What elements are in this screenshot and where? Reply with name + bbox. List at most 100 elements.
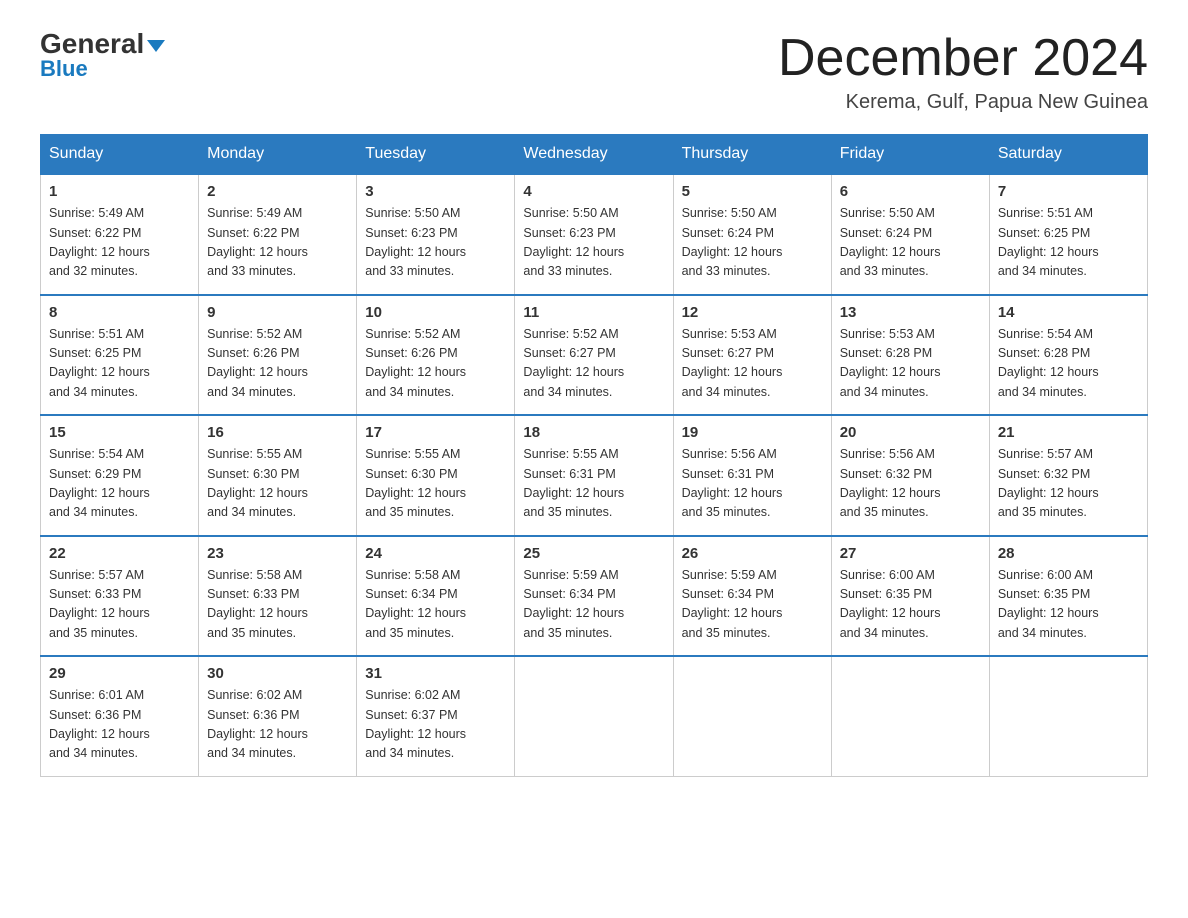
location: Kerema, Gulf, Papua New Guinea bbox=[778, 91, 1148, 114]
table-row bbox=[515, 656, 673, 776]
day-info: Sunrise: 5:57 AM Sunset: 6:32 PM Dayligh… bbox=[998, 445, 1139, 523]
day-number: 3 bbox=[365, 183, 506, 200]
calendar-week-2: 8 Sunrise: 5:51 AM Sunset: 6:25 PM Dayli… bbox=[41, 295, 1148, 416]
table-row: 19 Sunrise: 5:56 AM Sunset: 6:31 PM Dayl… bbox=[673, 415, 831, 536]
table-row bbox=[673, 656, 831, 776]
day-info: Sunrise: 5:59 AM Sunset: 6:34 PM Dayligh… bbox=[523, 566, 664, 644]
logo: General Blue bbox=[40, 30, 165, 82]
table-row: 15 Sunrise: 5:54 AM Sunset: 6:29 PM Dayl… bbox=[41, 415, 199, 536]
day-info: Sunrise: 5:54 AM Sunset: 6:29 PM Dayligh… bbox=[49, 445, 190, 523]
day-info: Sunrise: 5:59 AM Sunset: 6:34 PM Dayligh… bbox=[682, 566, 823, 644]
calendar-week-5: 29 Sunrise: 6:01 AM Sunset: 6:36 PM Dayl… bbox=[41, 656, 1148, 776]
col-wednesday: Wednesday bbox=[515, 135, 673, 175]
day-number: 21 bbox=[998, 424, 1139, 441]
day-info: Sunrise: 6:02 AM Sunset: 6:36 PM Dayligh… bbox=[207, 686, 348, 764]
day-number: 31 bbox=[365, 665, 506, 682]
day-info: Sunrise: 5:58 AM Sunset: 6:33 PM Dayligh… bbox=[207, 566, 348, 644]
day-number: 11 bbox=[523, 304, 664, 321]
col-friday: Friday bbox=[831, 135, 989, 175]
day-number: 15 bbox=[49, 424, 190, 441]
day-info: Sunrise: 5:55 AM Sunset: 6:31 PM Dayligh… bbox=[523, 445, 664, 523]
day-info: Sunrise: 6:01 AM Sunset: 6:36 PM Dayligh… bbox=[49, 686, 190, 764]
table-row: 1 Sunrise: 5:49 AM Sunset: 6:22 PM Dayli… bbox=[41, 174, 199, 295]
table-row: 6 Sunrise: 5:50 AM Sunset: 6:24 PM Dayli… bbox=[831, 174, 989, 295]
day-number: 1 bbox=[49, 183, 190, 200]
day-number: 18 bbox=[523, 424, 664, 441]
day-info: Sunrise: 5:52 AM Sunset: 6:27 PM Dayligh… bbox=[523, 325, 664, 403]
day-number: 17 bbox=[365, 424, 506, 441]
table-row: 26 Sunrise: 5:59 AM Sunset: 6:34 PM Dayl… bbox=[673, 536, 831, 657]
table-row: 25 Sunrise: 5:59 AM Sunset: 6:34 PM Dayl… bbox=[515, 536, 673, 657]
table-row bbox=[831, 656, 989, 776]
table-row: 3 Sunrise: 5:50 AM Sunset: 6:23 PM Dayli… bbox=[357, 174, 515, 295]
day-number: 22 bbox=[49, 545, 190, 562]
day-number: 29 bbox=[49, 665, 190, 682]
calendar-week-3: 15 Sunrise: 5:54 AM Sunset: 6:29 PM Dayl… bbox=[41, 415, 1148, 536]
table-row: 31 Sunrise: 6:02 AM Sunset: 6:37 PM Dayl… bbox=[357, 656, 515, 776]
table-row: 13 Sunrise: 5:53 AM Sunset: 6:28 PM Dayl… bbox=[831, 295, 989, 416]
day-info: Sunrise: 5:49 AM Sunset: 6:22 PM Dayligh… bbox=[207, 204, 348, 282]
day-info: Sunrise: 5:55 AM Sunset: 6:30 PM Dayligh… bbox=[207, 445, 348, 523]
day-number: 28 bbox=[998, 545, 1139, 562]
table-row: 23 Sunrise: 5:58 AM Sunset: 6:33 PM Dayl… bbox=[199, 536, 357, 657]
table-row: 28 Sunrise: 6:00 AM Sunset: 6:35 PM Dayl… bbox=[989, 536, 1147, 657]
table-row: 14 Sunrise: 5:54 AM Sunset: 6:28 PM Dayl… bbox=[989, 295, 1147, 416]
day-number: 23 bbox=[207, 545, 348, 562]
day-number: 7 bbox=[998, 183, 1139, 200]
table-row: 4 Sunrise: 5:50 AM Sunset: 6:23 PM Dayli… bbox=[515, 174, 673, 295]
day-info: Sunrise: 5:50 AM Sunset: 6:24 PM Dayligh… bbox=[682, 204, 823, 282]
table-row: 18 Sunrise: 5:55 AM Sunset: 6:31 PM Dayl… bbox=[515, 415, 673, 536]
day-info: Sunrise: 5:50 AM Sunset: 6:23 PM Dayligh… bbox=[365, 204, 506, 282]
table-row: 7 Sunrise: 5:51 AM Sunset: 6:25 PM Dayli… bbox=[989, 174, 1147, 295]
table-row: 20 Sunrise: 5:56 AM Sunset: 6:32 PM Dayl… bbox=[831, 415, 989, 536]
table-row: 21 Sunrise: 5:57 AM Sunset: 6:32 PM Dayl… bbox=[989, 415, 1147, 536]
day-number: 20 bbox=[840, 424, 981, 441]
title-area: December 2024 Kerema, Gulf, Papua New Gu… bbox=[778, 30, 1148, 114]
day-info: Sunrise: 6:00 AM Sunset: 6:35 PM Dayligh… bbox=[840, 566, 981, 644]
table-row: 22 Sunrise: 5:57 AM Sunset: 6:33 PM Dayl… bbox=[41, 536, 199, 657]
month-title: December 2024 bbox=[778, 30, 1148, 87]
col-monday: Monday bbox=[199, 135, 357, 175]
day-number: 24 bbox=[365, 545, 506, 562]
day-info: Sunrise: 5:51 AM Sunset: 6:25 PM Dayligh… bbox=[998, 204, 1139, 282]
table-row: 5 Sunrise: 5:50 AM Sunset: 6:24 PM Dayli… bbox=[673, 174, 831, 295]
day-number: 9 bbox=[207, 304, 348, 321]
day-info: Sunrise: 5:56 AM Sunset: 6:32 PM Dayligh… bbox=[840, 445, 981, 523]
col-tuesday: Tuesday bbox=[357, 135, 515, 175]
day-info: Sunrise: 5:52 AM Sunset: 6:26 PM Dayligh… bbox=[207, 325, 348, 403]
table-row: 17 Sunrise: 5:55 AM Sunset: 6:30 PM Dayl… bbox=[357, 415, 515, 536]
day-number: 10 bbox=[365, 304, 506, 321]
logo-line1: General bbox=[40, 30, 165, 58]
table-row bbox=[989, 656, 1147, 776]
table-row: 16 Sunrise: 5:55 AM Sunset: 6:30 PM Dayl… bbox=[199, 415, 357, 536]
day-number: 5 bbox=[682, 183, 823, 200]
calendar-table: Sunday Monday Tuesday Wednesday Thursday… bbox=[40, 134, 1148, 777]
day-info: Sunrise: 6:02 AM Sunset: 6:37 PM Dayligh… bbox=[365, 686, 506, 764]
day-number: 30 bbox=[207, 665, 348, 682]
day-number: 19 bbox=[682, 424, 823, 441]
day-number: 2 bbox=[207, 183, 348, 200]
table-row: 2 Sunrise: 5:49 AM Sunset: 6:22 PM Dayli… bbox=[199, 174, 357, 295]
day-info: Sunrise: 5:51 AM Sunset: 6:25 PM Dayligh… bbox=[49, 325, 190, 403]
calendar-header-row: Sunday Monday Tuesday Wednesday Thursday… bbox=[41, 135, 1148, 175]
table-row: 29 Sunrise: 6:01 AM Sunset: 6:36 PM Dayl… bbox=[41, 656, 199, 776]
table-row: 11 Sunrise: 5:52 AM Sunset: 6:27 PM Dayl… bbox=[515, 295, 673, 416]
col-saturday: Saturday bbox=[989, 135, 1147, 175]
calendar-week-1: 1 Sunrise: 5:49 AM Sunset: 6:22 PM Dayli… bbox=[41, 174, 1148, 295]
table-row: 8 Sunrise: 5:51 AM Sunset: 6:25 PM Dayli… bbox=[41, 295, 199, 416]
day-number: 26 bbox=[682, 545, 823, 562]
table-row: 24 Sunrise: 5:58 AM Sunset: 6:34 PM Dayl… bbox=[357, 536, 515, 657]
logo-line2: Blue bbox=[40, 56, 88, 82]
col-sunday: Sunday bbox=[41, 135, 199, 175]
day-number: 8 bbox=[49, 304, 190, 321]
table-row: 27 Sunrise: 6:00 AM Sunset: 6:35 PM Dayl… bbox=[831, 536, 989, 657]
day-info: Sunrise: 5:56 AM Sunset: 6:31 PM Dayligh… bbox=[682, 445, 823, 523]
table-row: 12 Sunrise: 5:53 AM Sunset: 6:27 PM Dayl… bbox=[673, 295, 831, 416]
day-info: Sunrise: 5:50 AM Sunset: 6:24 PM Dayligh… bbox=[840, 204, 981, 282]
day-number: 27 bbox=[840, 545, 981, 562]
day-info: Sunrise: 5:57 AM Sunset: 6:33 PM Dayligh… bbox=[49, 566, 190, 644]
day-info: Sunrise: 5:52 AM Sunset: 6:26 PM Dayligh… bbox=[365, 325, 506, 403]
day-info: Sunrise: 5:49 AM Sunset: 6:22 PM Dayligh… bbox=[49, 204, 190, 282]
day-info: Sunrise: 5:53 AM Sunset: 6:28 PM Dayligh… bbox=[840, 325, 981, 403]
day-info: Sunrise: 5:58 AM Sunset: 6:34 PM Dayligh… bbox=[365, 566, 506, 644]
